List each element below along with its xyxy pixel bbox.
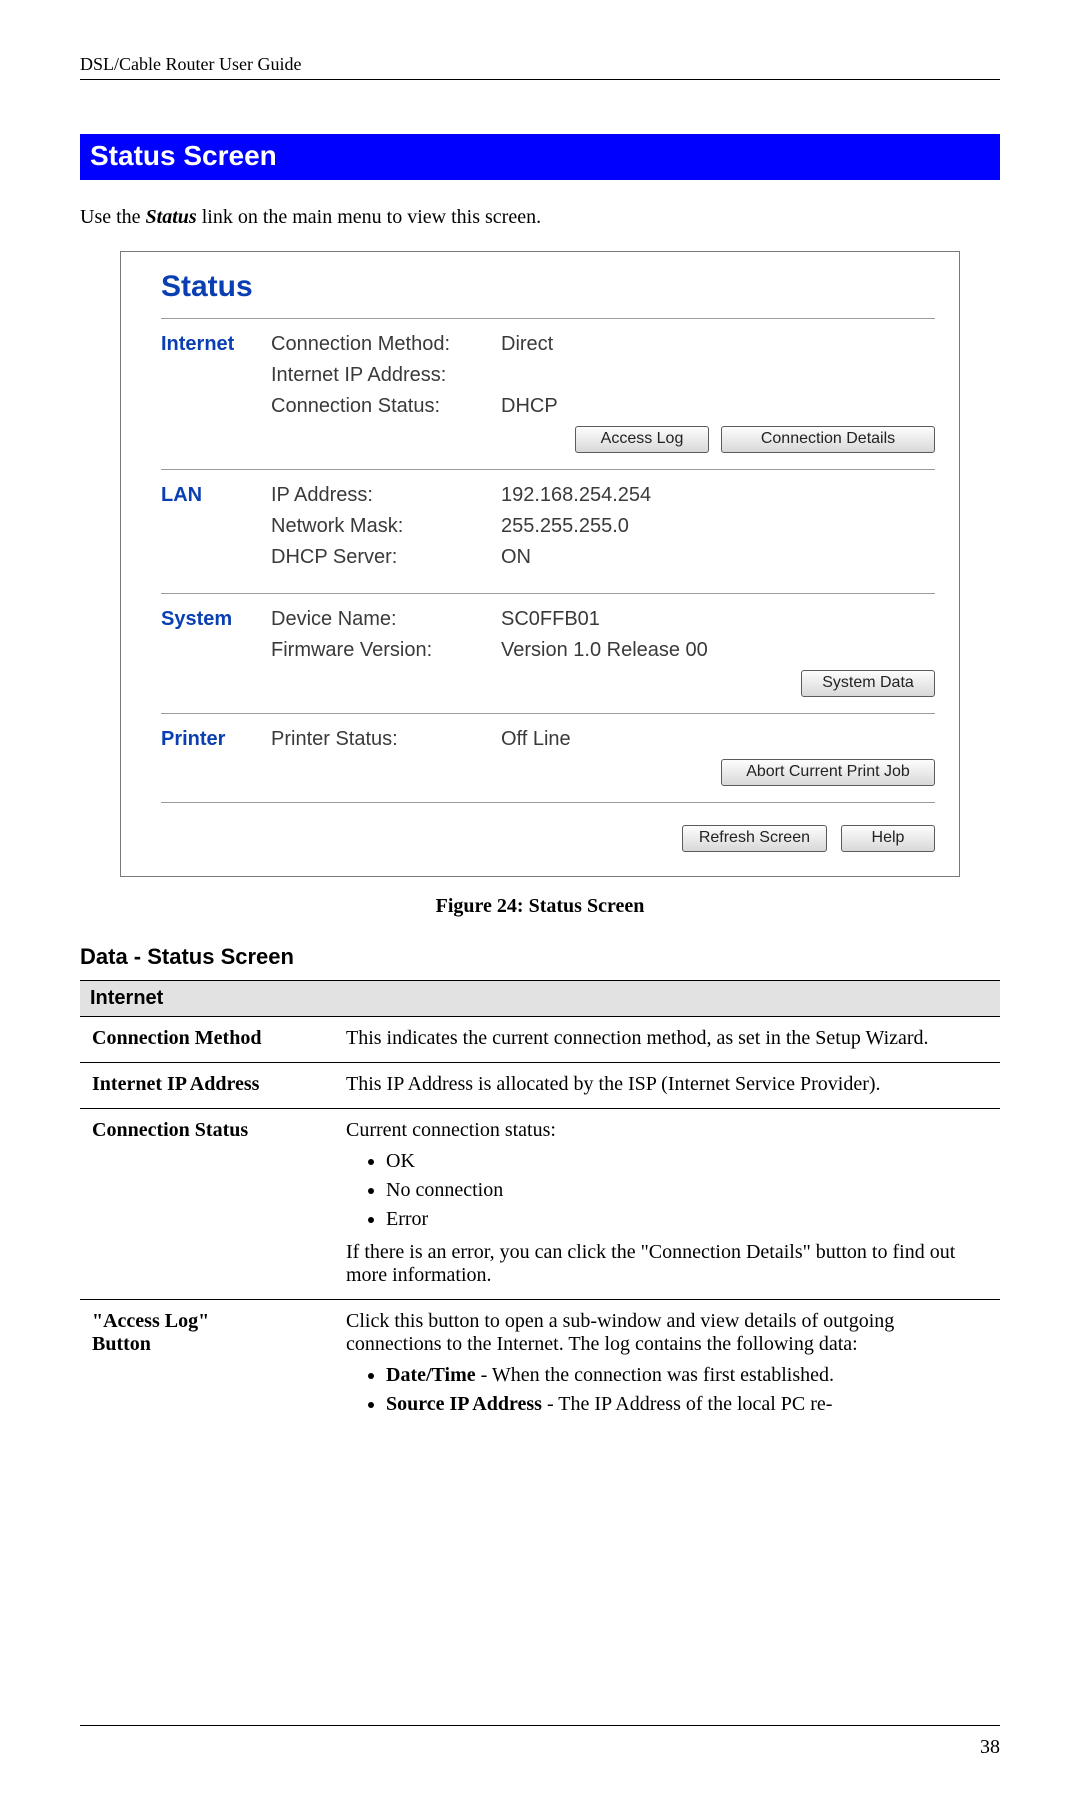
desc-access-log: Click this button to open a sub-window a… xyxy=(334,1300,1000,1439)
access-log-button[interactable]: Access Log xyxy=(575,426,709,453)
status-screenshot: Status Internet Connection Method:Direct… xyxy=(120,251,960,877)
connection-details-button[interactable]: Connection Details xyxy=(721,426,935,453)
term-access-log-line2: Button xyxy=(92,1333,322,1356)
term-internet-ip: Internet IP Address xyxy=(80,1063,334,1109)
section-lan: LAN IP Address:192.168.254.254 Network M… xyxy=(161,469,935,593)
table-row: Internet IP Address This IP Address is a… xyxy=(80,1063,1000,1109)
value-internet-ip xyxy=(501,364,935,387)
page-footer: 38 xyxy=(80,1725,1000,1759)
access-rest-datetime: - When the connection was first establis… xyxy=(476,1364,834,1386)
term-connection-status: Connection Status xyxy=(80,1109,334,1300)
table-section-internet: Internet xyxy=(80,981,1000,1017)
access-bullet-source-ip: Source IP Address - The IP Address of th… xyxy=(386,1393,988,1416)
value-network-mask: 255.255.255.0 xyxy=(501,515,935,538)
figure-caption: Figure 24: Status Screen xyxy=(80,895,1000,918)
access-bold-source-ip: Source IP Address xyxy=(386,1393,542,1415)
term-access-log: "Access Log" Button xyxy=(80,1300,334,1439)
status-bullet-ok: OK xyxy=(386,1150,988,1173)
label-device-name: Device Name: xyxy=(271,608,501,631)
value-dhcp-server: ON xyxy=(501,546,935,569)
section-title: Status Screen xyxy=(80,134,1000,180)
label-connection-status: Connection Status: xyxy=(271,395,501,418)
status-bullet-error: Error xyxy=(386,1208,988,1231)
value-lan-ip: 192.168.254.254 xyxy=(501,484,935,507)
refresh-screen-button[interactable]: Refresh Screen xyxy=(682,825,827,852)
label-dhcp-server: DHCP Server: xyxy=(271,546,501,569)
access-intro-text: Click this button to open a sub-window a… xyxy=(346,1310,988,1356)
desc-connection-method: This indicates the current connection me… xyxy=(334,1017,1000,1063)
value-firmware-version: Version 1.0 Release 00 xyxy=(501,639,935,662)
section-label-system: System xyxy=(161,608,271,697)
intro-paragraph: Use the Status link on the main menu to … xyxy=(80,206,1000,229)
section-internet: Internet Connection Method:Direct Intern… xyxy=(161,318,935,469)
status-outro-text: If there is an error, you can click the … xyxy=(346,1241,988,1287)
label-internet-ip: Internet IP Address: xyxy=(271,364,501,387)
status-bullet-noconn: No connection xyxy=(386,1179,988,1202)
value-device-name: SC0FFB01 xyxy=(501,608,935,631)
label-connection-method: Connection Method: xyxy=(271,333,501,356)
help-button[interactable]: Help xyxy=(841,825,935,852)
intro-text-2: link on the main menu to view this scree… xyxy=(197,206,541,228)
table-row: Connection Status Current connection sta… xyxy=(80,1109,1000,1300)
status-intro-text: Current connection status: xyxy=(346,1119,988,1142)
desc-internet-ip: This IP Address is allocated by the ISP … xyxy=(334,1063,1000,1109)
table-row: "Access Log" Button Click this button to… xyxy=(80,1300,1000,1439)
access-bullet-datetime: Date/Time - When the connection was firs… xyxy=(386,1364,988,1387)
label-network-mask: Network Mask: xyxy=(271,515,501,538)
term-connection-method: Connection Method xyxy=(80,1017,334,1063)
value-connection-status: DHCP xyxy=(501,395,935,418)
table-section-header: Internet xyxy=(80,981,1000,1017)
desc-connection-status: Current connection status: OK No connect… xyxy=(334,1109,1000,1300)
data-heading: Data - Status Screen xyxy=(80,944,1000,970)
abort-print-job-button[interactable]: Abort Current Print Job xyxy=(721,759,935,786)
section-label-lan: LAN xyxy=(161,484,271,577)
data-table: Internet Connection Method This indicate… xyxy=(80,980,1000,1438)
page-number: 38 xyxy=(980,1736,1000,1758)
section-system: System Device Name:SC0FFB01 Firmware Ver… xyxy=(161,593,935,713)
section-label-printer: Printer xyxy=(161,728,271,786)
shot-title: Status xyxy=(161,270,935,304)
page-header: DSL/Cable Router User Guide xyxy=(80,54,1000,80)
label-lan-ip: IP Address: xyxy=(271,484,501,507)
term-access-log-line1: "Access Log" xyxy=(92,1310,322,1333)
intro-text: Use the xyxy=(80,206,146,228)
value-printer-status: Off Line xyxy=(501,728,935,751)
section-printer: Printer Printer Status:Off Line Abort Cu… xyxy=(161,713,935,802)
label-printer-status: Printer Status: xyxy=(271,728,501,751)
access-rest-source-ip: - The IP Address of the local PC re- xyxy=(542,1393,833,1415)
system-data-button[interactable]: System Data xyxy=(801,670,935,697)
table-row: Connection Method This indicates the cur… xyxy=(80,1017,1000,1063)
value-connection-method: Direct xyxy=(501,333,935,356)
label-firmware-version: Firmware Version: xyxy=(271,639,501,662)
access-bold-datetime: Date/Time xyxy=(386,1364,476,1386)
section-label-internet: Internet xyxy=(161,333,271,453)
intro-emphasis: Status xyxy=(146,206,197,228)
